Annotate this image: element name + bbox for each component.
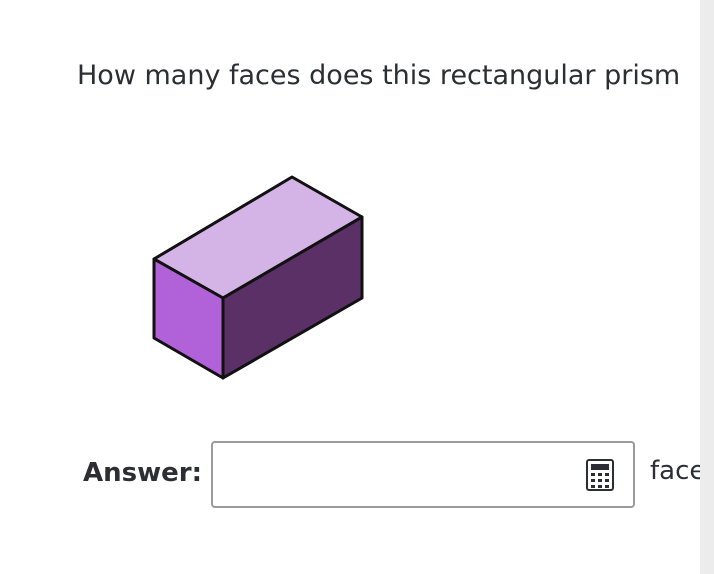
calculator-icon[interactable] — [586, 459, 614, 491]
answer-input[interactable] — [211, 441, 635, 508]
answer-unit-label: faces — [650, 456, 700, 486]
rectangular-prism-figure — [152, 175, 364, 380]
side-panel-edge — [700, 0, 714, 574]
answer-label: Answer: — [83, 458, 202, 488]
question-page: How many faces does this rectangular pri… — [0, 0, 714, 574]
question-text: How many faces does this rectangular pri… — [77, 60, 689, 91]
